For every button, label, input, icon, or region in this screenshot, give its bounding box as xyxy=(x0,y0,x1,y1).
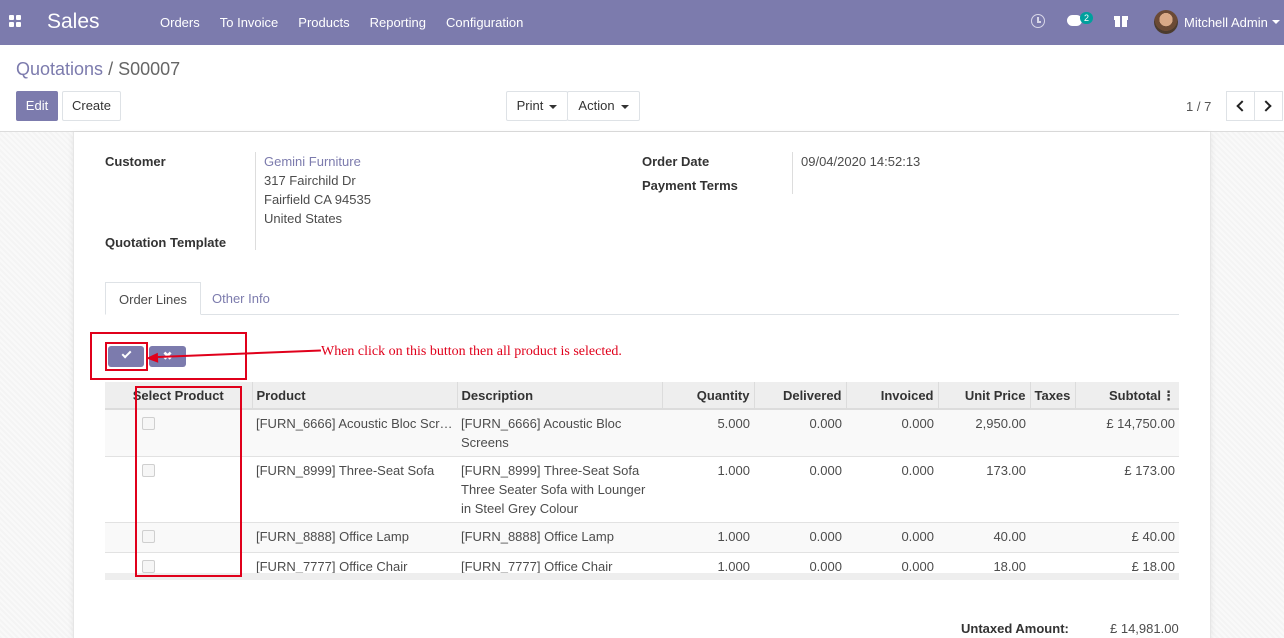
annotation-text: When click on this button then all produ… xyxy=(321,344,622,359)
print-label: Print xyxy=(516,98,544,113)
col-unit-price[interactable]: Unit Price xyxy=(938,382,1031,410)
description-line: [FURN_8888] Office Lamp xyxy=(461,529,614,544)
customer-name-link[interactable]: Gemini Furniture xyxy=(264,154,361,169)
menu-item-reporting[interactable]: Reporting xyxy=(360,0,436,45)
gift-icon[interactable] xyxy=(1114,14,1128,27)
cell-description[interactable]: [FURN_6666] Acoustic Bloc Screens xyxy=(457,408,662,457)
top-navbar: Sales Orders To Invoice Products Reporti… xyxy=(0,0,1284,45)
cell-product[interactable]: [FURN_8888] Office Lamp xyxy=(252,522,457,553)
print-button[interactable]: Print xyxy=(506,91,568,121)
tab-order-lines[interactable]: Order Lines xyxy=(105,282,201,315)
avatar[interactable] xyxy=(1154,10,1178,34)
untaxed-amount-label: Untaxed Amount: xyxy=(961,621,1069,636)
untaxed-amount-value: £ 14,981.00 xyxy=(1110,621,1179,636)
col-subtotal-label: Subtotal xyxy=(1109,387,1161,403)
pager-value[interactable]: 1 / 7 xyxy=(1186,99,1211,114)
cell-unit-price[interactable]: 173.00 xyxy=(938,456,1030,523)
pager-previous-button[interactable] xyxy=(1226,91,1255,121)
column-options-icon[interactable]: ⋮ xyxy=(1162,388,1175,404)
annotation-box xyxy=(135,386,242,577)
cell-taxes[interactable] xyxy=(1030,456,1075,523)
cell-invoiced[interactable]: 0.000 xyxy=(846,456,938,523)
description-line: Three Seater Sofa with Lounger xyxy=(461,482,646,497)
cell-description[interactable]: [FURN_8999] Three-Seat Sofa Three Seater … xyxy=(457,456,662,523)
description-line: in Steel Grey Colour xyxy=(461,501,579,516)
chat-badge: 2 xyxy=(1080,12,1094,24)
tab-other-info[interactable]: Other Info xyxy=(199,282,283,315)
cell-unit-price[interactable]: 40.00 xyxy=(938,522,1030,553)
app-title: Sales xyxy=(47,10,100,33)
cell-subtotal: £ 173.00 xyxy=(1075,456,1179,523)
cell-quantity[interactable]: 5.000 xyxy=(662,408,754,457)
col-subtotal[interactable]: Subtotal ⋮ xyxy=(1075,382,1179,410)
cell-delivered[interactable]: 0.000 xyxy=(754,522,846,553)
menu-item-configuration[interactable]: Configuration xyxy=(436,0,533,45)
create-button[interactable]: Create xyxy=(62,91,121,121)
cell-description[interactable]: [FURN_8888] Office Lamp xyxy=(457,522,662,553)
breadcrumb: Quotations / S00007 xyxy=(16,59,180,80)
caret-down-icon xyxy=(549,104,558,109)
edit-button[interactable]: Edit xyxy=(16,91,58,121)
col-delivered[interactable]: Delivered xyxy=(754,382,847,410)
customer-address-line1: 317 Fairchild Dr xyxy=(264,173,356,188)
customer-label: Customer xyxy=(105,154,166,169)
table-header-row: Select Product Product Description Quant… xyxy=(105,382,1179,410)
chevron-right-icon xyxy=(1260,100,1272,112)
user-caret-icon[interactable] xyxy=(1272,20,1280,24)
description-line: Screens xyxy=(461,435,509,450)
customer-address-line2: Fairfield CA 94535 xyxy=(264,192,371,207)
breadcrumb-quotations[interactable]: Quotations xyxy=(16,59,103,79)
payment-terms-label: Payment Terms xyxy=(642,178,738,193)
col-taxes[interactable]: Taxes xyxy=(1030,382,1076,410)
action-button[interactable]: Action xyxy=(567,91,640,121)
user-name[interactable]: Mitchell Admin xyxy=(1184,15,1268,30)
cell-subtotal: £ 14,750.00 xyxy=(1075,408,1179,457)
chevron-left-icon xyxy=(1236,100,1248,112)
order-lines-table: Select Product Product Description Quant… xyxy=(105,382,1179,582)
cell-unit-price[interactable]: 2,950.00 xyxy=(938,408,1030,457)
cell-delivered[interactable]: 0.000 xyxy=(754,456,846,523)
action-label: Action xyxy=(578,98,615,113)
breadcrumb-separator: / xyxy=(103,59,119,79)
breadcrumb-current: S00007 xyxy=(118,59,181,79)
description-line: [FURN_6666] Acoustic Bloc xyxy=(461,416,622,431)
col-invoiced[interactable]: Invoiced xyxy=(846,382,939,410)
menu-item-to-invoice[interactable]: To Invoice xyxy=(210,0,289,45)
cell-product[interactable]: [FURN_6666] Acoustic Bloc Screens xyxy=(252,408,457,457)
table-footer xyxy=(105,573,1179,580)
cell-quantity[interactable]: 1.000 xyxy=(662,522,754,553)
cell-product[interactable]: [FURN_8999] Three-Seat Sofa xyxy=(252,456,457,523)
col-description[interactable]: Description xyxy=(457,382,663,410)
cell-delivered[interactable]: 0.000 xyxy=(754,408,846,457)
order-date-label: Order Date xyxy=(642,154,710,169)
col-quantity[interactable]: Quantity xyxy=(662,382,755,410)
table-row[interactable]: [FURN_6666] Acoustic Bloc Screens [FURN_… xyxy=(105,408,1179,457)
quotation-template-label: Quotation Template xyxy=(105,235,227,250)
col-product[interactable]: Product xyxy=(252,382,458,410)
field-separator xyxy=(255,152,256,250)
description-line: [FURN_8999] Three-Seat Sofa xyxy=(461,463,640,478)
cell-taxes[interactable] xyxy=(1030,522,1075,553)
apps-menu-icon[interactable] xyxy=(9,15,23,29)
main-menu: Orders To Invoice Products Reporting Con… xyxy=(150,0,533,45)
clock-icon[interactable] xyxy=(1031,14,1045,28)
pager-next-button[interactable] xyxy=(1254,91,1283,121)
table-row[interactable]: [FURN_8999] Three-Seat Sofa [FURN_8999] … xyxy=(105,456,1179,523)
menu-item-products[interactable]: Products xyxy=(288,0,359,45)
annotation-box xyxy=(105,342,148,371)
cell-invoiced[interactable]: 0.000 xyxy=(846,408,938,457)
table-row[interactable]: [FURN_8888] Office Lamp [FURN_8888] Offi… xyxy=(105,522,1179,553)
cell-invoiced[interactable]: 0.000 xyxy=(846,522,938,553)
menu-item-orders[interactable]: Orders xyxy=(150,0,210,45)
customer-address-line3: United States xyxy=(264,211,343,226)
caret-down-icon xyxy=(620,104,629,109)
annotation-arrow-head xyxy=(145,352,159,364)
cell-quantity[interactable]: 1.000 xyxy=(662,456,754,523)
order-date-value: 09/04/2020 14:52:13 xyxy=(801,154,921,169)
cell-taxes[interactable] xyxy=(1030,408,1075,457)
field-separator xyxy=(792,152,793,194)
cell-subtotal: £ 40.00 xyxy=(1075,522,1179,553)
